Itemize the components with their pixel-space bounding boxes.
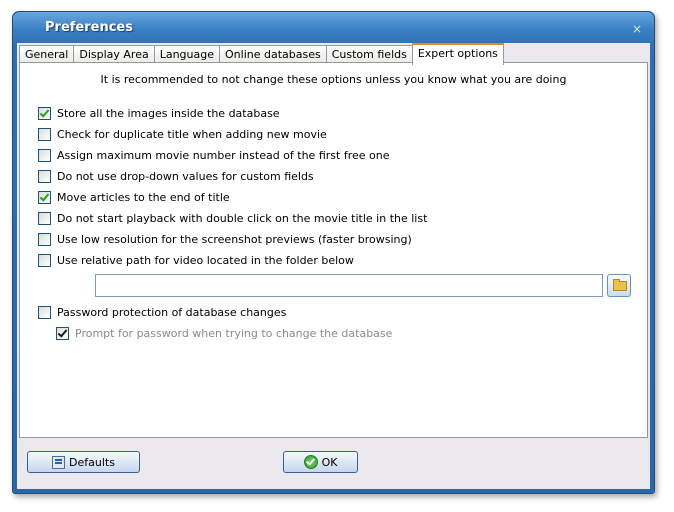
browse-folder-button[interactable] xyxy=(607,274,631,297)
checkbox[interactable] xyxy=(38,169,51,183)
checkbox[interactable] xyxy=(38,190,51,204)
tab-general[interactable]: General xyxy=(19,45,75,63)
tab-expert-options[interactable]: Expert options xyxy=(411,43,504,65)
option-low-resolution-previews[interactable]: Use low resolution for the screenshot pr… xyxy=(38,232,412,246)
option-label: Do not use drop-down values for custom f… xyxy=(57,169,314,183)
checkbox[interactable] xyxy=(38,106,51,120)
tab-custom-fields[interactable]: Custom fields xyxy=(325,45,413,63)
expert-options-panel: It is recommended to not change these op… xyxy=(19,62,648,438)
option-move-articles[interactable]: Move articles to the end of title xyxy=(38,190,230,204)
checkbox xyxy=(56,326,69,340)
option-no-double-click-playback[interactable]: Do not start playback with double click … xyxy=(38,211,427,225)
option-label: Store all the images inside the database xyxy=(57,106,280,120)
checkbox[interactable] xyxy=(38,232,51,246)
checkbox[interactable] xyxy=(38,253,51,267)
option-label: Password protection of database changes xyxy=(57,305,287,319)
preferences-window: Preferences × General Display Area Langu… xyxy=(12,11,655,494)
dialog-body: General Display Area Language Online dat… xyxy=(17,43,650,489)
ok-button[interactable]: OK xyxy=(283,451,358,473)
title-bar[interactable]: Preferences × xyxy=(13,12,654,46)
option-relative-path[interactable]: Use relative path for video located in t… xyxy=(38,253,354,267)
defaults-button[interactable]: Defaults xyxy=(27,451,140,473)
window-title: Preferences xyxy=(45,20,133,35)
option-store-images[interactable]: Store all the images inside the database xyxy=(38,106,280,120)
checkbox[interactable] xyxy=(38,305,51,319)
ok-check-icon xyxy=(303,455,318,469)
option-prompt-password: Prompt for password when trying to chang… xyxy=(56,326,392,340)
folder-icon xyxy=(613,279,627,291)
option-max-movie-number[interactable]: Assign maximum movie number instead of t… xyxy=(38,148,389,162)
option-label: Use relative path for video located in t… xyxy=(57,253,354,267)
tab-strip: General Display Area Language Online dat… xyxy=(19,43,504,65)
tab-online-databases[interactable]: Online databases xyxy=(219,45,327,63)
option-password-protection[interactable]: Password protection of database changes xyxy=(38,305,286,319)
tab-display-area[interactable]: Display Area xyxy=(73,45,155,63)
option-label: Assign maximum movie number instead of t… xyxy=(57,148,390,162)
defaults-icon xyxy=(52,455,66,469)
tab-language[interactable]: Language xyxy=(153,45,221,63)
folder-path-input[interactable] xyxy=(95,274,603,297)
warning-notice: It is recommended to not change these op… xyxy=(100,73,567,86)
checkbox[interactable] xyxy=(38,127,51,141)
checkbox[interactable] xyxy=(38,211,51,225)
close-icon[interactable]: × xyxy=(630,22,644,36)
option-label: Check for duplicate title when adding ne… xyxy=(57,127,327,141)
option-check-duplicate[interactable]: Check for duplicate title when adding ne… xyxy=(38,127,327,141)
defaults-label: Defaults xyxy=(69,455,115,469)
option-label: Move articles to the end of title xyxy=(57,190,230,204)
option-label: Use low resolution for the screenshot pr… xyxy=(57,232,412,246)
option-no-dropdown-values[interactable]: Do not use drop-down values for custom f… xyxy=(38,169,314,183)
option-label: Prompt for password when trying to chang… xyxy=(75,326,393,340)
checkbox[interactable] xyxy=(38,148,51,162)
option-label: Do not start playback with double click … xyxy=(57,211,428,225)
ok-label: OK xyxy=(321,455,338,469)
